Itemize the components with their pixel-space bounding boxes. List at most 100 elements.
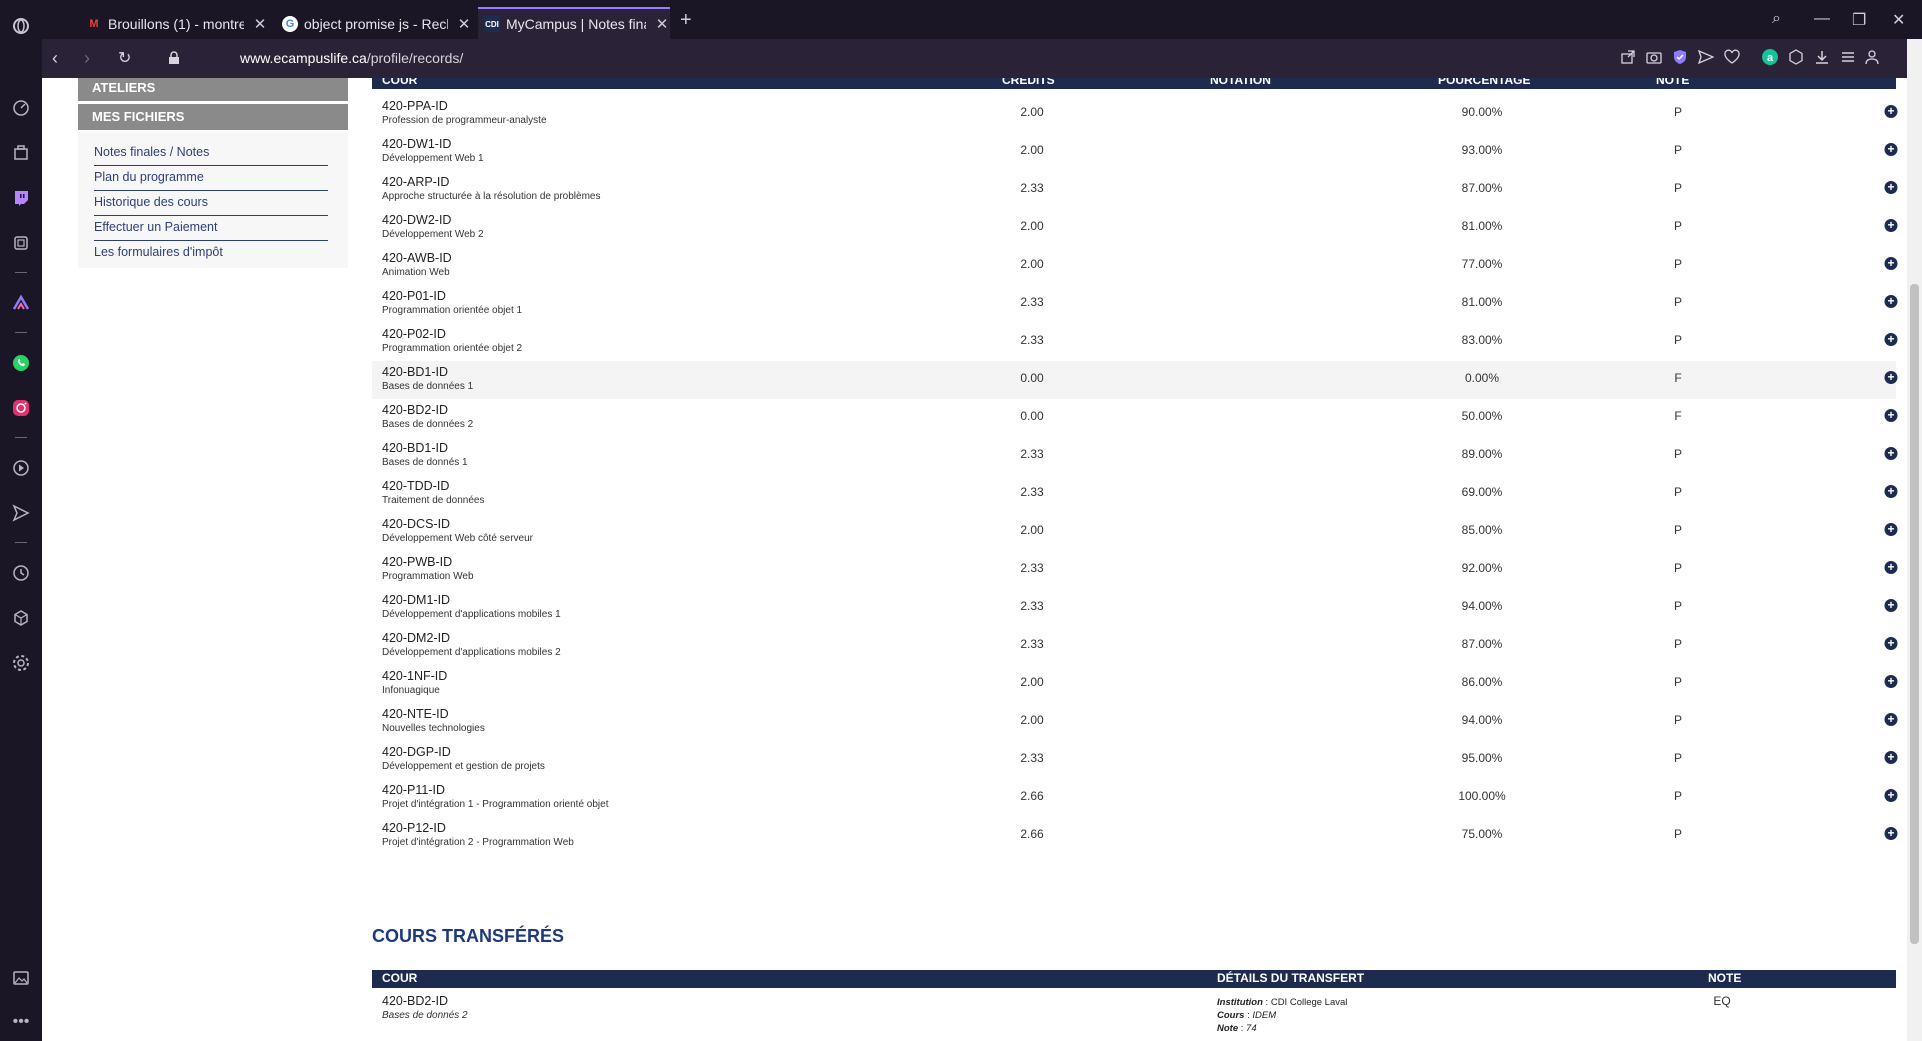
course-percentage: 87.00% [1461, 637, 1503, 651]
course-grade: F [1674, 371, 1682, 385]
page-content: ATELIERS MES FICHIERS Notes finales / No… [42, 78, 1922, 1041]
heart-icon[interactable] [1724, 49, 1740, 65]
new-tab-button[interactable]: + [680, 9, 692, 32]
course-code: 420-BD1-ID [382, 365, 448, 379]
send-icon[interactable] [11, 503, 31, 523]
more-icon[interactable]: ••• [11, 1012, 31, 1032]
expand-details-icon[interactable]: + [1884, 257, 1898, 270]
profile-icon[interactable] [1864, 49, 1880, 65]
settings-gear-icon[interactable] [11, 653, 31, 673]
expand-details-icon[interactable]: + [1884, 181, 1898, 194]
expand-details-icon[interactable]: + [1884, 751, 1898, 764]
expand-details-icon[interactable]: + [1884, 333, 1898, 346]
course-grade: P [1673, 143, 1683, 157]
link-notes-finales[interactable]: Notes finales / Notes [94, 141, 328, 166]
menu-mes-fichiers[interactable]: MES FICHIERS [78, 104, 348, 130]
opera-logo-icon[interactable] [11, 16, 31, 36]
expand-details-icon[interactable]: + [1884, 143, 1898, 156]
share-icon[interactable] [1620, 49, 1636, 65]
course-grade: P [1673, 561, 1683, 575]
cube-extension-icon[interactable] [1788, 49, 1804, 65]
close-window-button[interactable]: ✕ [1892, 10, 1905, 30]
course-grade: P [1673, 447, 1683, 461]
page-scrollbar[interactable] [1907, 39, 1922, 1041]
course-grade: P [1673, 599, 1683, 613]
course-percentage: 81.00% [1461, 295, 1503, 309]
expand-details-icon[interactable]: + [1884, 561, 1898, 574]
aria-icon[interactable] [11, 293, 31, 313]
tab-mycampus[interactable]: CDI MyCampus | Notes finales ✕ [478, 7, 670, 39]
shield-icon[interactable] [1672, 49, 1688, 65]
expand-details-icon[interactable]: + [1884, 105, 1898, 118]
link-historique-cours[interactable]: Historique des cours [94, 191, 328, 216]
cube-icon[interactable] [11, 608, 31, 628]
url-field[interactable]: www.ecampuslife.ca/profile/records/ [240, 50, 463, 66]
link-formulaires-impot[interactable]: Les formulaires d'impôt [94, 241, 328, 265]
easy-setup-icon[interactable] [1840, 49, 1856, 65]
camera-icon[interactable] [1646, 49, 1662, 65]
player-icon[interactable] [11, 458, 31, 478]
tab-google[interactable]: G object promise js - Recherche ✕ [282, 9, 472, 39]
speed-dial-icon[interactable] [11, 98, 31, 118]
course-percentage: 85.00% [1461, 523, 1503, 537]
menu-ateliers[interactable]: ATELIERS [78, 78, 348, 101]
close-icon[interactable]: ✕ [456, 15, 472, 33]
course-grade: P [1673, 257, 1683, 271]
expand-details-icon[interactable]: + [1884, 675, 1898, 688]
workspaces-icon[interactable] [11, 143, 31, 163]
course-description: Bases de données 2 [382, 419, 474, 430]
expand-details-icon[interactable]: + [1884, 599, 1898, 612]
close-icon[interactable]: ✕ [252, 15, 268, 33]
restore-button[interactable]: ❐ [1852, 10, 1866, 30]
download-icon[interactable] [1814, 49, 1830, 65]
expand-details-icon[interactable]: + [1884, 827, 1898, 840]
tab-title: Brouillons (1) - montrea13s [108, 16, 244, 32]
course-grade: P [1673, 523, 1683, 537]
minimize-button[interactable]: — [1814, 10, 1830, 28]
course-credits: 2.33 [1020, 181, 1044, 195]
grammarly-icon[interactable]: a [1762, 49, 1778, 65]
expand-details-icon[interactable]: + [1884, 295, 1898, 308]
search-tabs-icon[interactable]: ⌕ [1772, 10, 1781, 28]
expand-details-icon[interactable]: + [1884, 713, 1898, 726]
expand-details-icon[interactable]: + [1884, 637, 1898, 650]
course-credits: 2.66 [1020, 789, 1044, 803]
course-credits: 2.00 [1020, 143, 1044, 157]
course-code: 420-PWB-ID [382, 555, 453, 569]
expand-details-icon[interactable]: + [1884, 523, 1898, 536]
send-to-icon[interactable] [1698, 49, 1714, 65]
tab-gmail[interactable]: M Brouillons (1) - montrea13s ✕ [86, 9, 268, 39]
expand-details-icon[interactable]: + [1884, 371, 1898, 384]
back-button[interactable]: ‹ [52, 48, 58, 69]
transfer-row: 420-BD2-ID Bases de donnés 2 Institution… [372, 994, 1896, 1041]
expand-details-icon[interactable]: + [1884, 485, 1898, 498]
course-code: 420-NTE-ID [382, 707, 449, 721]
link-effectuer-paiement[interactable]: Effectuer un Paiement [94, 216, 328, 241]
course-credits: 2.00 [1020, 713, 1044, 727]
course-grade: P [1673, 713, 1683, 727]
extensions-icon[interactable] [11, 233, 31, 253]
close-icon[interactable]: ✕ [654, 15, 670, 33]
course-credits: 2.33 [1020, 637, 1044, 651]
instagram-icon[interactable] [11, 398, 31, 418]
history-icon[interactable] [11, 563, 31, 583]
link-plan-programme[interactable]: Plan du programme [94, 166, 328, 191]
forward-button[interactable]: › [84, 48, 90, 69]
whatsapp-icon[interactable] [11, 353, 31, 373]
course-percentage: 69.00% [1461, 485, 1503, 499]
scrollbar-thumb[interactable] [1910, 284, 1919, 944]
reload-button[interactable]: ↻ [118, 48, 131, 68]
course-percentage: 86.00% [1461, 675, 1503, 689]
gallery-icon[interactable] [11, 968, 31, 988]
expand-details-icon[interactable]: + [1884, 219, 1898, 232]
table-row: 420-P12-ID Projet d'intégration 2 - Progr… [372, 817, 1898, 855]
expand-details-icon[interactable]: + [1884, 789, 1898, 802]
table-row: 420-BD1-ID Bases de données 1 0.00 0.00% F + [372, 361, 1898, 399]
twitch-icon[interactable] [11, 188, 31, 208]
course-grade: P [1673, 637, 1683, 651]
expand-details-icon[interactable]: + [1884, 447, 1898, 460]
course-percentage: 94.00% [1461, 599, 1503, 613]
course-percentage: 93.00% [1461, 143, 1503, 157]
expand-details-icon[interactable]: + [1884, 409, 1898, 422]
course-code: 420-1NF-ID [382, 669, 448, 683]
